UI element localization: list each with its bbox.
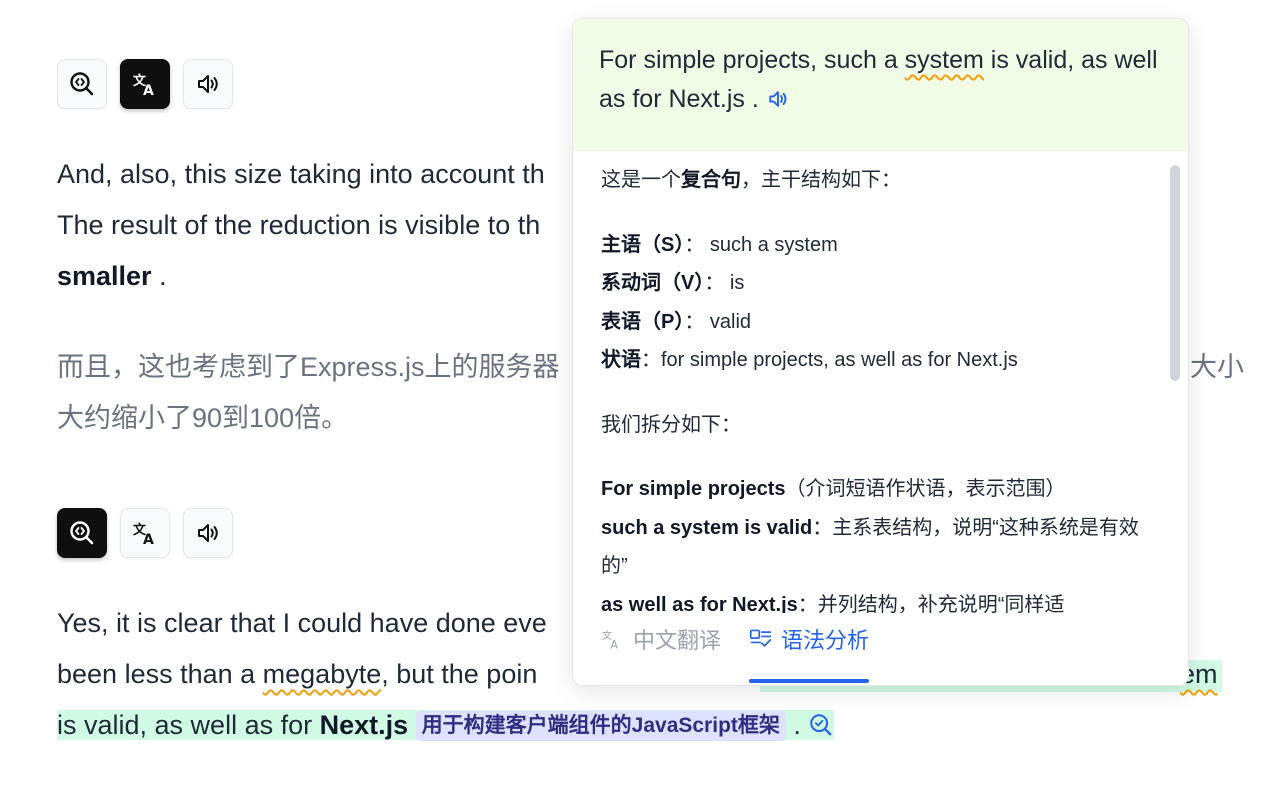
translate-button[interactable]: 文 A [120, 508, 170, 558]
para2-wavy-word[interactable]: megabyte [263, 659, 382, 689]
speak-button[interactable] [183, 59, 233, 109]
magnifier-code-icon [70, 521, 94, 545]
para2-line3-bold: Next.js [319, 710, 409, 740]
para2-line3-end: . [785, 710, 801, 740]
sentence-toolbar-2: 文 A [57, 508, 233, 558]
scrollbar-thumb[interactable] [1170, 165, 1180, 381]
subject-value: such a system [709, 233, 838, 256]
split-item-2: such a system is valid：主系表结构，说明“这种系统是有效的… [601, 509, 1141, 586]
svg-text:A: A [610, 638, 618, 651]
translate-icon: 文 A [602, 629, 619, 651]
speaker-icon [198, 75, 218, 93]
item2-bold: such a system is valid [601, 516, 813, 539]
translate-button[interactable]: 文 A [120, 59, 170, 109]
sentence-pre: For simple projects, such a [599, 46, 905, 74]
analysis-intro: 这是一个复合句，主干结构如下： [601, 161, 1140, 200]
split-item-1: For simple projects（介词短语作状语，表示范围） [601, 470, 1140, 509]
intro-post: ，主干结构如下： [741, 169, 901, 191]
split-item-3: as well as for Next.js：并列结构，补充说明“同样适 [601, 586, 1140, 614]
adverbial-row: 状语：for simple projects, as well as for N… [601, 349, 1018, 371]
svg-text:A: A [143, 83, 154, 98]
adverbial-value: for simple projects, as well as for Next… [661, 349, 1018, 371]
analyze-button[interactable] [57, 508, 107, 558]
grammar-icon [749, 629, 772, 647]
item1-rest: （介词短语作状语，表示范围） [785, 478, 1066, 500]
zh1-line1: 而且，这也考虑到了Express.js上的服务器 [57, 352, 560, 382]
subject-label: 主语（S） [601, 233, 685, 256]
analyze-button[interactable] [57, 59, 107, 109]
para2-highlight: is valid, as well as for Next.js 用于构建客户端… [57, 710, 835, 741]
analyze-sentence-icon[interactable] [808, 712, 834, 738]
predicative-label: 表语（P） [601, 310, 685, 333]
item3-rest: ：并列结构，补充说明“同样适 [797, 593, 1065, 614]
subject-row: 主语（S）： such a system [601, 233, 838, 256]
adverbial-label: 状语 [601, 349, 641, 371]
sentence-wavy-word[interactable]: system [905, 46, 984, 74]
translate-icon: 文 A [133, 73, 154, 98]
popup-tabs: 文 A 中文翻译 语法分析 [573, 615, 1188, 685]
translate-icon: 文 A [133, 522, 154, 547]
zh1-line2: 大约缩小了90到100倍。 [57, 403, 349, 433]
item1-bold: For simple projects [601, 478, 786, 500]
para1-end: . [151, 261, 167, 291]
predicative-row: 表语（P）： valid [601, 310, 752, 333]
para1-line1: And, also, this size taking into account… [57, 159, 545, 189]
speaker-icon [198, 524, 218, 542]
svg-text:A: A [143, 532, 154, 547]
tab-grammar-label: 语法分析 [781, 628, 870, 653]
split-intro: 我们拆分如下： [601, 413, 741, 436]
item3-bold: as well as for Next.js [601, 593, 798, 614]
term-annotation-tag[interactable]: 用于构建客户端组件的JavaScript框架 [415, 711, 786, 741]
verb-value: is [729, 272, 745, 294]
grammar-analysis-popup: For simple projects, such a system is va… [572, 18, 1189, 686]
verb-label: 系动词（V） [601, 272, 705, 294]
verb-row: 系动词（V）： is [601, 272, 745, 294]
predicative-value: valid [709, 310, 752, 333]
speaker-icon[interactable] [766, 87, 790, 111]
tab-translation[interactable]: 文 A 中文翻译 [601, 615, 721, 663]
para2-line3-pre: is valid, as well as for [57, 710, 320, 740]
para2-line1: Yes, it is clear that I could have done … [57, 608, 547, 638]
para2-line2-post: , but the poin [381, 659, 538, 689]
para1-bold-word: smaller [57, 261, 152, 291]
speak-button[interactable] [183, 508, 233, 558]
zh1-line1-right: 大小 [1190, 352, 1244, 382]
intro-bold: 复合句 [681, 169, 741, 191]
analysis-content[interactable]: 这是一个复合句，主干结构如下： 主语（S）： such a system 系动词… [573, 153, 1188, 613]
intro-pre: 这是一个 [601, 169, 681, 191]
tab-translation-label: 中文翻译 [633, 628, 722, 653]
tab-grammar[interactable]: 语法分析 [749, 615, 870, 683]
popup-sentence: For simple projects, such a system is va… [573, 19, 1188, 151]
para2-line2-pre: been less than a [57, 659, 263, 689]
magnifier-code-icon [70, 72, 94, 96]
sentence-toolbar-1: 文 A [57, 59, 233, 109]
para1-line2: The result of the reduction is visible t… [57, 210, 541, 240]
